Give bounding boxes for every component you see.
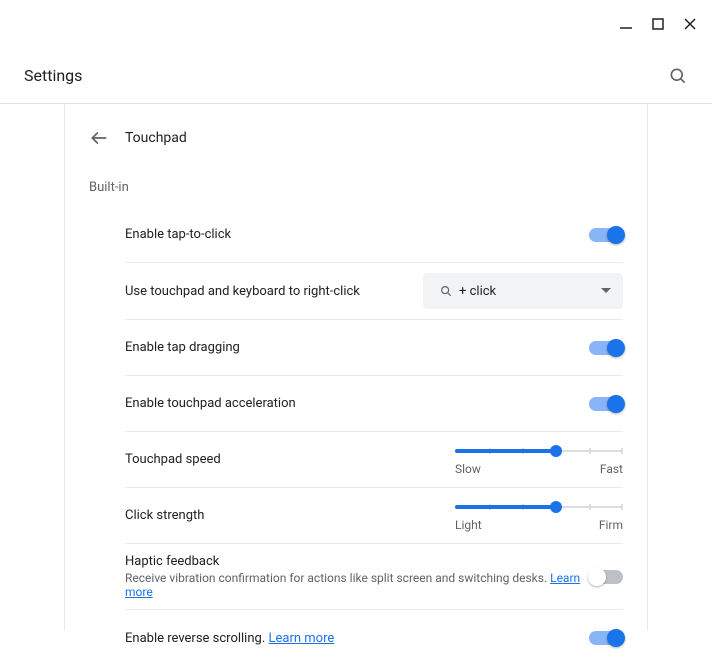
window-minimize-button[interactable]	[616, 14, 636, 34]
panel-header: Touchpad	[89, 128, 623, 148]
row-label: Touchpad speed	[125, 452, 221, 467]
row-label: Enable tap-to-click	[125, 227, 231, 242]
row-text: Haptic feedback Receive vibration confir…	[125, 554, 590, 599]
row-click-strength: Click strength Light Firm	[125, 488, 623, 544]
dropdown-value: + click	[439, 284, 496, 299]
slider-min-label: Slow	[455, 462, 481, 476]
toggle-knob	[607, 226, 625, 244]
slider-max-label: Fast	[600, 462, 623, 476]
row-right-click: Use touchpad and keyboard to right-click…	[125, 263, 623, 320]
row-label: Enable tap dragging	[125, 340, 240, 355]
back-button[interactable]	[89, 128, 109, 148]
toggle-knob	[607, 629, 625, 647]
window-controls	[616, 0, 712, 48]
row-label: Haptic feedback	[125, 554, 590, 569]
app-header: Settings	[0, 48, 712, 104]
slider-thumb[interactable]	[550, 501, 562, 513]
slider-labels: Slow Fast	[455, 462, 623, 476]
toggle-reverse-scrolling[interactable]	[589, 631, 623, 645]
toggle-tap-to-click[interactable]	[589, 228, 623, 242]
slider-max-label: Firm	[599, 518, 623, 532]
settings-rows: Enable tap-to-click Use touchpad and key…	[125, 207, 623, 666]
row-label: Enable touchpad acceleration	[125, 396, 296, 411]
row-subtext: Receive vibration confirmation for actio…	[125, 571, 590, 599]
slider-track	[455, 444, 623, 458]
dropdown-text: + click	[459, 284, 496, 299]
chevron-down-icon	[601, 288, 611, 294]
row-reverse-scrolling: Enable reverse scrolling. Learn more	[125, 610, 623, 666]
toggle-knob	[607, 339, 625, 357]
window-maximize-button[interactable]	[648, 14, 668, 34]
maximize-icon	[652, 18, 664, 30]
toggle-knob	[588, 568, 606, 586]
slider-thumb[interactable]	[550, 445, 562, 457]
close-icon	[683, 17, 697, 31]
row-label-text: Enable reverse scrolling.	[125, 631, 265, 646]
toggle-haptic[interactable]	[590, 570, 623, 584]
row-label: Click strength	[125, 508, 204, 523]
toggle-acceleration[interactable]	[589, 397, 623, 411]
row-label: Enable reverse scrolling. Learn more	[125, 631, 334, 646]
slider-track	[455, 500, 623, 514]
search-icon	[668, 66, 688, 86]
section-label: Built-in	[89, 180, 623, 195]
row-haptic-feedback: Haptic feedback Receive vibration confir…	[125, 544, 623, 610]
row-acceleration: Enable touchpad acceleration	[125, 376, 623, 432]
settings-panel: Touchpad Built-in Enable tap-to-click Us…	[64, 104, 648, 630]
learn-more-link[interactable]: Learn more	[269, 631, 335, 646]
slider-min-label: Light	[455, 518, 482, 532]
page-title: Touchpad	[125, 130, 187, 146]
row-tap-to-click: Enable tap-to-click	[125, 207, 623, 263]
right-click-dropdown[interactable]: + click	[423, 273, 623, 309]
window-close-button[interactable]	[680, 14, 700, 34]
row-tap-dragging: Enable tap dragging	[125, 320, 623, 376]
toggle-knob	[607, 395, 625, 413]
minimize-icon	[619, 17, 633, 31]
row-sub-label: Receive vibration confirmation for actio…	[125, 571, 547, 585]
search-key-icon	[439, 284, 453, 298]
slider-click-strength[interactable]: Light Firm	[455, 500, 623, 532]
app-title: Settings	[24, 66, 82, 85]
toggle-tap-dragging[interactable]	[589, 341, 623, 355]
arrow-left-icon	[89, 128, 109, 148]
slider-labels: Light Firm	[455, 518, 623, 532]
row-label: Use touchpad and keyboard to right-click	[125, 284, 360, 299]
row-touchpad-speed: Touchpad speed Slow Fast	[125, 432, 623, 488]
slider-touchpad-speed[interactable]: Slow Fast	[455, 444, 623, 476]
search-button[interactable]	[668, 66, 688, 86]
